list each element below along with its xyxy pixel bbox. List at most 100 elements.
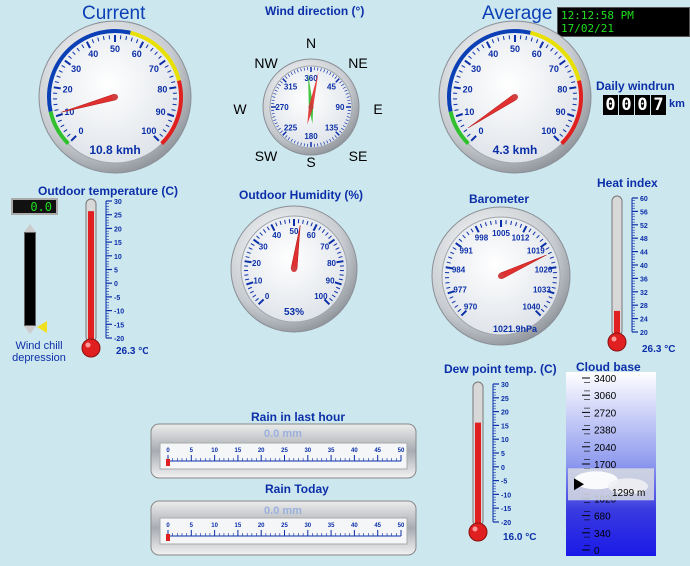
humidity-gauge: 010 20 30 40 50 60 70 80 90 100 53% (230, 205, 358, 333)
dial-tick (453, 86, 461, 90)
dial-tick (172, 103, 177, 106)
rain-tick-label: 45 (374, 448, 381, 454)
dial-tick-label: 30 (471, 64, 481, 74)
thermometer-tick-label: 25 (114, 213, 122, 220)
dial-hub (291, 266, 297, 272)
outdoor-temp-readout: 26.3 °C (116, 346, 148, 357)
dial-tick-label: 40 (488, 49, 498, 59)
rain-tick-label: 15 (235, 523, 242, 529)
current-wind-gauge: 0102030405060708090100 10.8 kmh (38, 20, 192, 174)
compass-n: N (306, 35, 316, 51)
rain-tick-label: 25 (281, 523, 288, 529)
rain-tick-label: 20 (258, 448, 265, 454)
cloud-base-tick-label: 2380 (594, 426, 617, 437)
thermometer-tick-label: 24 (640, 317, 648, 324)
dial-tick (244, 274, 249, 276)
thermometer-tick-label: -15 (501, 506, 511, 513)
dial-tick (336, 260, 344, 264)
thermometer-tick-label: -5 (114, 295, 120, 302)
dial-tick-label: 40 (88, 49, 98, 59)
rain-level-bar (166, 459, 170, 466)
dial-tick-label: 70 (320, 243, 329, 252)
barometer-readout: 1021.9hPa (493, 324, 538, 334)
rain-tick-label: 25 (281, 448, 288, 454)
thermometer-bulb-highlight (85, 342, 91, 348)
rain-tick-label: 30 (304, 448, 311, 454)
heat-index-title: Heat index (597, 176, 658, 190)
thermometer-tick-label: -15 (114, 322, 124, 329)
cloud-base-readout: 1299 m (612, 488, 645, 499)
compass-degree-label: 90 (336, 103, 345, 112)
dial-tick-label: 80 (327, 259, 336, 268)
rain-tick-label: 45 (374, 523, 381, 529)
dial-hub (512, 94, 518, 100)
thermometer-tick-label: 15 (114, 240, 122, 247)
thermometer-tick-label: 44 (640, 250, 648, 257)
wind-chill-label: Wind chill depression (12, 340, 66, 364)
compass-nw: NW (254, 55, 278, 71)
dial-tick-label: 60 (132, 49, 142, 59)
dial-tick-label: 10 (253, 277, 262, 286)
dial-tick (169, 86, 177, 90)
compass-degree-label: 180 (304, 132, 318, 141)
dial-tick-label: 70 (149, 64, 159, 74)
windrun-digit: 0 (635, 95, 650, 115)
thermometer-tick-label: 30 (114, 199, 122, 206)
dial-tick-label: 50 (110, 44, 120, 54)
dial-tick-label: 90 (156, 107, 166, 117)
cloud-base-tick-label: 2720 (594, 408, 617, 419)
windrun-counter: 0007 (603, 95, 667, 115)
rain-tick-label: 50 (398, 523, 405, 529)
compass-degree-label: 225 (284, 124, 298, 133)
dial-tick-label: 60 (307, 231, 316, 240)
dial-tick-label: 0 (79, 126, 84, 136)
dial-tick-label: 50 (510, 44, 520, 54)
dial-tick-label: 90 (326, 277, 335, 286)
cloud-base-tick-label: 3400 (594, 374, 617, 385)
dial-tick-label: 1040 (523, 302, 541, 311)
dial-tick-label: 80 (157, 84, 167, 94)
rain-tick-label: 10 (211, 523, 218, 529)
compass-degree-label: 45 (327, 82, 336, 91)
wind-direction-title: Wind direction (°) (265, 4, 365, 18)
windrun-title: Daily windrun (596, 79, 675, 93)
rain-tick-label: 40 (351, 448, 358, 454)
thermometer-tick-label: 0 (501, 465, 505, 472)
wind-chill-bar (24, 224, 36, 334)
compass-e: E (373, 101, 382, 117)
dew-point-readout: 16.0 °C (503, 532, 536, 543)
dial-tick-label: 1026 (535, 265, 553, 274)
rain-hour-title: Rain in last hour (251, 410, 346, 424)
rain-today-title: Rain Today (265, 482, 329, 496)
thermometer-mercury (475, 422, 481, 526)
rain-level-bar (166, 534, 170, 541)
dial-tick (552, 282, 557, 284)
thermometer-tick-label: 20 (501, 410, 509, 417)
heat-index-readout: 26.3 °C (642, 344, 675, 355)
dial-tick-label: 100 (541, 126, 556, 136)
wind-chill-display: 0.0 (11, 198, 58, 215)
thermometer-tick-label: 20 (640, 330, 648, 337)
heat-index-thermometer: 60 56 52 48 44 40 36 32 28 24 20 26.3 °C (607, 195, 675, 355)
thermometer-tick-label: 5 (114, 268, 118, 275)
thermometer-tick-label: 48 (640, 236, 648, 243)
dial-tick-label: 977 (453, 285, 467, 294)
humidity-readout: 53% (284, 307, 304, 318)
thermometer-tick-label: 10 (114, 254, 122, 261)
cloud-base-tick-label: 2040 (594, 443, 617, 454)
dial-tick-label: 30 (71, 64, 81, 74)
thermometer-mercury (614, 310, 620, 336)
dial-tick-label: 90 (556, 107, 566, 117)
rain-tick-label: 35 (328, 448, 335, 454)
thermometer-tick-label: 25 (501, 396, 509, 403)
thermometer-tick-label: 10 (501, 437, 509, 444)
dial-tick-label: 60 (532, 49, 542, 59)
compass-degree-label: 270 (275, 103, 289, 112)
thermometer-tick-label: -20 (114, 336, 124, 343)
current-wind-readout: 10.8 kmh (89, 143, 140, 157)
cloud-base-tick-label: 0 (594, 546, 600, 556)
rain-tick-label: 35 (328, 523, 335, 529)
dial-tick-label: 70 (549, 64, 559, 74)
humidity-title: Outdoor Humidity (%) (239, 188, 363, 202)
thermometer-mercury (88, 211, 94, 342)
